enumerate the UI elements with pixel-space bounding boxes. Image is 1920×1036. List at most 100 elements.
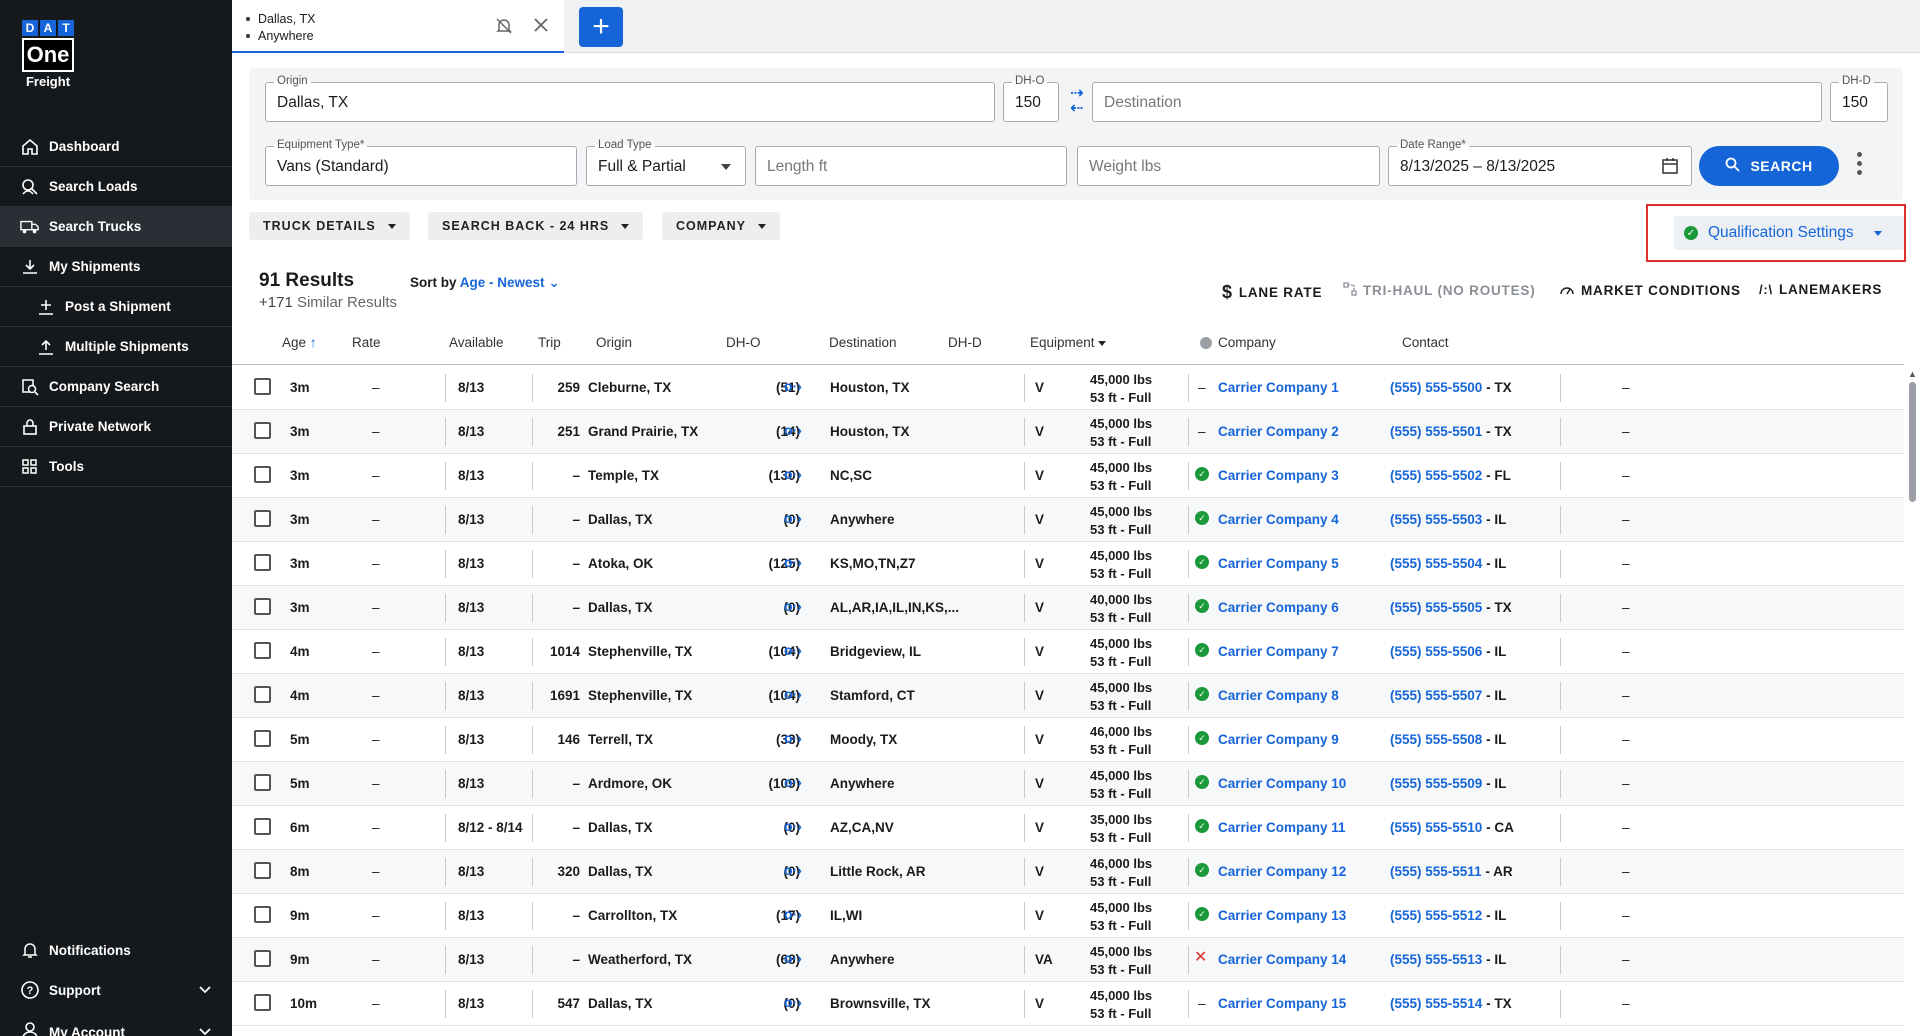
nav-notifications[interactable]: Notifications xyxy=(0,930,232,970)
route-arrow-icon[interactable]: o·› xyxy=(784,862,802,878)
phone-link[interactable]: (555) 555-5514 xyxy=(1390,996,1482,1011)
row-checkbox[interactable] xyxy=(254,642,271,659)
phone-link[interactable]: (555) 555-5513 xyxy=(1390,952,1482,967)
table-row[interactable]: 4m –8/13 1691 Stephenville, TX (104) o·› Stamf… xyxy=(232,674,1904,718)
row-checkbox[interactable] xyxy=(254,774,271,791)
col-destination[interactable]: Destination xyxy=(829,335,897,350)
row-checkbox[interactable] xyxy=(254,862,271,879)
row-checkbox[interactable] xyxy=(254,510,271,527)
col-contact[interactable]: Contact xyxy=(1402,335,1449,350)
phone-link[interactable]: (555) 555-5512 xyxy=(1390,908,1482,923)
table-row[interactable]: 5m –8/13 146 Terrell, TX (33) o·› Moody, TX V 46… xyxy=(232,718,1904,762)
company-link[interactable]: Carrier Company 15 xyxy=(1218,996,1346,1011)
scroll-up-icon[interactable]: ▲ xyxy=(1908,369,1917,379)
row-checkbox[interactable] xyxy=(254,686,271,703)
col-dhd[interactable]: DH-D xyxy=(948,335,982,350)
company-link[interactable]: Carrier Company 8 xyxy=(1218,688,1339,703)
row-checkbox[interactable] xyxy=(254,818,271,835)
company-link[interactable]: Carrier Company 7 xyxy=(1218,644,1339,659)
route-arrow-icon[interactable]: o·› xyxy=(784,422,802,438)
more-options-icon[interactable] xyxy=(1857,152,1863,179)
weight-field[interactable]: Weight lbs xyxy=(1077,146,1380,186)
row-checkbox[interactable] xyxy=(254,554,271,571)
dat-one-logo[interactable]: DAT One Freight xyxy=(22,20,78,89)
length-field[interactable]: Length ft xyxy=(755,146,1067,186)
phone-link[interactable]: (555) 555-5507 xyxy=(1390,688,1482,703)
qualification-settings-button[interactable]: ✓ Qualification Settings xyxy=(1674,216,1904,250)
sort-control[interactable]: Sort by Age - Newest ⌄ xyxy=(410,275,560,291)
route-arrow-icon[interactable]: o·› xyxy=(784,686,802,702)
lane-rate-button[interactable]: $ LANE RATE xyxy=(1222,282,1322,303)
company-link[interactable]: Carrier Company 5 xyxy=(1218,556,1339,571)
route-arrow-icon[interactable]: o·› xyxy=(784,994,802,1010)
dhd-field[interactable]: DH-D 150 xyxy=(1830,75,1888,122)
company-link[interactable]: Carrier Company 14 xyxy=(1218,952,1346,967)
search-back-filter[interactable]: SEARCH BACK - 24 HRS xyxy=(428,212,644,240)
phone-link[interactable]: (555) 555-5510 xyxy=(1390,820,1482,835)
destination-field[interactable]: Destination xyxy=(1092,82,1822,122)
route-arrow-icon[interactable]: o·› xyxy=(784,774,802,790)
table-row[interactable]: 8m –8/13 320 Dallas, TX (0) o·› Little Rock, A… xyxy=(232,850,1904,894)
close-icon[interactable] xyxy=(532,16,550,39)
nav-multiple-shipments[interactable]: Multiple Shipments xyxy=(0,327,232,367)
tri-haul-button[interactable]: TRI-HAUL (NO ROUTES) xyxy=(1343,282,1536,299)
route-arrow-icon[interactable]: o·› xyxy=(784,466,802,482)
row-checkbox[interactable] xyxy=(254,994,271,1011)
company-link[interactable]: Carrier Company 4 xyxy=(1218,512,1339,527)
phone-link[interactable]: (555) 555-5509 xyxy=(1390,776,1482,791)
company-link[interactable]: Carrier Company 1 xyxy=(1218,380,1339,395)
col-company[interactable]: Company xyxy=(1200,335,1276,350)
truck-details-filter[interactable]: TRUCK DETAILS xyxy=(249,212,410,240)
lanemakers-button[interactable]: /:\ LANEMAKERS xyxy=(1759,282,1882,297)
nav-my-shipments[interactable]: My Shipments xyxy=(0,247,232,287)
swap-arrows-icon[interactable]: ⇢ ⇠ xyxy=(1070,86,1083,117)
route-arrow-icon[interactable]: o·› xyxy=(784,730,802,746)
market-conditions-button[interactable]: MARKET CONDITIONS xyxy=(1559,282,1741,299)
table-row[interactable]: 9m –8/13– Carrollton, TX (17) o·› IL,WI V 45,00… xyxy=(232,894,1904,938)
row-checkbox[interactable] xyxy=(254,378,271,395)
col-age[interactable]: Age ↑ xyxy=(282,335,317,350)
row-checkbox[interactable] xyxy=(254,730,271,747)
calendar-icon[interactable] xyxy=(1661,157,1679,180)
load-type-select[interactable]: Load Type Full & Partial xyxy=(586,139,746,186)
phone-link[interactable]: (555) 555-5500 xyxy=(1390,380,1482,395)
col-available[interactable]: Available xyxy=(449,335,504,350)
route-arrow-icon[interactable]: o·› xyxy=(784,950,802,966)
phone-link[interactable]: (555) 555-5503 xyxy=(1390,512,1482,527)
nav-tools[interactable]: Tools xyxy=(0,447,232,487)
similar-results-link[interactable]: +171 Similar Results xyxy=(259,294,397,311)
company-link[interactable]: Carrier Company 13 xyxy=(1218,908,1346,923)
table-row[interactable]: 5m –8/13– Ardmore, OK (109) o·› Anywhere V 45,0… xyxy=(232,762,1904,806)
nav-search-loads[interactable]: Search Loads xyxy=(0,167,232,207)
date-range-field[interactable]: Date Range* 8/13/2025 – 8/13/2025 xyxy=(1388,139,1692,186)
table-row[interactable]: 3m –8/13– Dallas, TX (0) o·› Anywhere V 45,000 … xyxy=(232,498,1904,542)
phone-link[interactable]: (555) 555-5508 xyxy=(1390,732,1482,747)
company-link[interactable]: Carrier Company 2 xyxy=(1218,424,1339,439)
route-arrow-icon[interactable]: o·› xyxy=(784,642,802,658)
table-row[interactable]: 4m –8/13 1014 Stephenville, TX (104) o·› Bridg… xyxy=(232,630,1904,674)
company-link[interactable]: Carrier Company 6 xyxy=(1218,600,1339,615)
search-button[interactable]: SEARCH xyxy=(1699,146,1839,186)
row-checkbox[interactable] xyxy=(254,422,271,439)
search-tab[interactable]: Dallas, TX Anywhere xyxy=(232,0,564,53)
phone-link[interactable]: (555) 555-5502 xyxy=(1390,468,1482,483)
nav-post-shipment[interactable]: Post a Shipment xyxy=(0,287,232,327)
row-checkbox[interactable] xyxy=(254,950,271,967)
route-arrow-icon[interactable]: o·› xyxy=(784,818,802,834)
phone-link[interactable]: (555) 555-5505 xyxy=(1390,600,1482,615)
phone-link[interactable]: (555) 555-5501 xyxy=(1390,424,1482,439)
table-row[interactable]: 3m –8/13– Temple, TX (130) o·› NC,SC V 45,000 l… xyxy=(232,454,1904,498)
table-row[interactable]: 10m –8/13 547 Dallas, TX (0) o·› Brownsville, … xyxy=(232,982,1904,1026)
company-link[interactable]: Carrier Company 10 xyxy=(1218,776,1346,791)
equipment-type-field[interactable]: Equipment Type* Vans (Standard) xyxy=(265,139,577,186)
nav-private-network[interactable]: Private Network xyxy=(0,407,232,447)
route-arrow-icon[interactable]: o·› xyxy=(784,554,802,570)
col-origin[interactable]: Origin xyxy=(596,335,632,350)
col-equipment[interactable]: Equipment xyxy=(1030,335,1107,350)
phone-link[interactable]: (555) 555-5511 xyxy=(1390,864,1482,879)
col-rate[interactable]: Rate xyxy=(352,335,381,350)
nav-company-search[interactable]: Company Search xyxy=(0,367,232,407)
phone-link[interactable]: (555) 555-5504 xyxy=(1390,556,1482,571)
route-arrow-icon[interactable]: o·› xyxy=(784,598,802,614)
col-dho[interactable]: DH-O xyxy=(726,335,761,350)
